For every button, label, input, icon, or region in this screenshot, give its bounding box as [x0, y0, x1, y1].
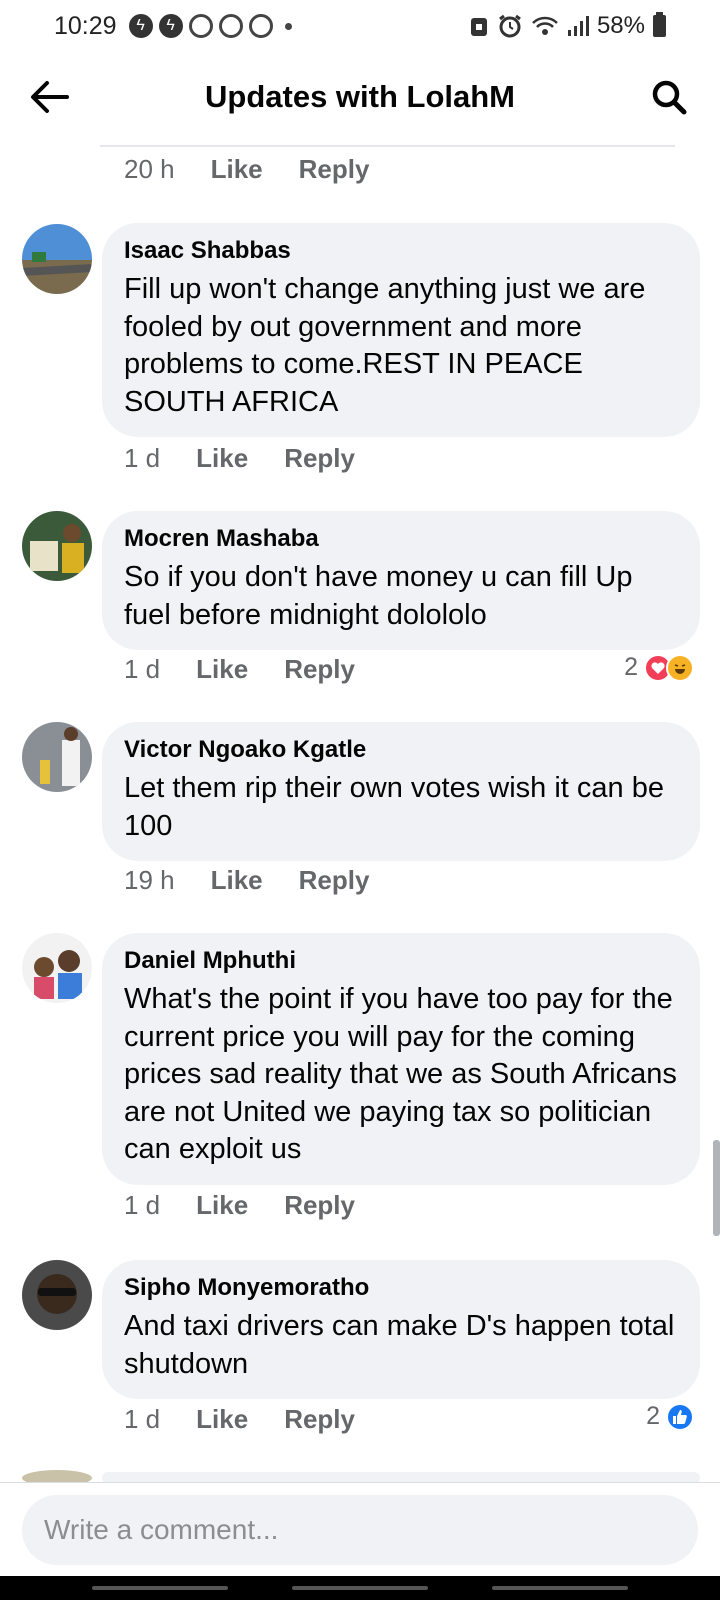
like-link[interactable]: Like	[211, 154, 263, 185]
avatar-image	[22, 933, 92, 1003]
commenter-name[interactable]: Mocren Mashaba	[124, 525, 678, 553]
like-icon	[666, 1402, 694, 1431]
comment-text: Let them rip their own votes wish it can…	[124, 772, 664, 842]
comment-composer	[0, 1482, 720, 1576]
battery-icon	[653, 12, 666, 37]
commenter-name[interactable]: Sipho Monyemoratho	[124, 1274, 678, 1302]
reaction-summary[interactable]: 2	[646, 1402, 694, 1431]
nav-home[interactable]	[292, 1586, 428, 1590]
comment-meta: 19 h Like Reply	[124, 865, 369, 896]
nav-back[interactable]	[492, 1586, 628, 1590]
search-button[interactable]	[646, 74, 692, 120]
comment-text: Fill up won't change anything just we ar…	[124, 273, 646, 418]
like-link[interactable]: Like	[196, 443, 248, 474]
status-time: 10:29	[54, 11, 117, 40]
reaction-summary[interactable]: 2	[624, 653, 694, 682]
like-link[interactable]: Like	[196, 1404, 248, 1435]
comment-time[interactable]: 1 d	[124, 443, 160, 474]
comment-text: So if you don't have money u can fill Up…	[124, 561, 633, 631]
commenter-name[interactable]: Daniel Mphuthi	[124, 947, 678, 975]
page-title: Updates with LolahM	[205, 79, 515, 114]
avatar[interactable]	[22, 933, 92, 1003]
battery-percent: 58%	[596, 12, 645, 39]
reaction-count: 2	[646, 1402, 660, 1430]
recycle-icon	[188, 14, 213, 38]
like-link[interactable]: Like	[211, 865, 263, 896]
reply-link[interactable]: Reply	[284, 1404, 355, 1435]
comment-bubble[interactable]: Mocren Mashaba So if you don't have mone…	[102, 511, 700, 650]
commenter-name[interactable]: Victor Ngoako Kgatle	[124, 736, 678, 764]
system-nav-bar	[0, 1576, 720, 1600]
sim-icon	[470, 18, 487, 36]
avatar-image	[22, 511, 92, 581]
commenter-name[interactable]: Isaac Shabbas	[124, 237, 678, 265]
comment-bubble[interactable]: Sipho Monyemoratho And taxi drivers can …	[102, 1260, 700, 1399]
reply-link[interactable]: Reply	[284, 443, 355, 474]
arrow-left-icon	[31, 81, 69, 113]
comment-time[interactable]: 1 d	[124, 1404, 160, 1435]
avatar[interactable]	[22, 1260, 92, 1330]
comment-time[interactable]: 19 h	[124, 865, 175, 896]
nav-recents[interactable]	[92, 1586, 228, 1590]
recycle-icon	[218, 14, 243, 38]
comment-meta: 1 d Like Reply	[124, 654, 355, 685]
comment-time[interactable]: 1 d	[124, 654, 160, 685]
dot-icon	[284, 22, 292, 30]
like-link[interactable]: Like	[196, 654, 248, 685]
reaction-count: 2	[624, 653, 638, 681]
comment-meta: 1 d Like Reply	[124, 1190, 355, 1221]
status-right: 58%	[469, 12, 666, 40]
comment-input[interactable]	[22, 1495, 698, 1565]
comment-text: What's the point if you have too pay for…	[124, 983, 677, 1165]
header-divider	[100, 145, 675, 147]
bolt-icon: ϟ	[128, 14, 153, 38]
search-icon	[652, 80, 687, 115]
avatar[interactable]	[22, 224, 92, 294]
signal-icon	[567, 16, 589, 36]
avatar[interactable]	[22, 722, 92, 792]
bolt-icon: ϟ	[158, 14, 183, 38]
avatar-image	[22, 224, 92, 294]
recycle-icon	[248, 14, 273, 38]
status-left: 10:29 ϟ ϟ	[54, 12, 292, 41]
scrollbar-thumb[interactable]	[713, 1140, 720, 1236]
avatar-image	[22, 722, 92, 792]
avatar[interactable]	[22, 511, 92, 581]
avatar-image	[22, 1260, 92, 1330]
reply-link[interactable]: Reply	[284, 1190, 355, 1221]
comment-text: And taxi drivers can make D's happen tot…	[124, 1310, 675, 1380]
comment-meta: 1 d Like Reply	[124, 1404, 355, 1435]
comment-meta: 1 d Like Reply	[124, 443, 355, 474]
reply-link[interactable]: Reply	[284, 654, 355, 685]
comment-meta-previous: 20 h Like Reply	[124, 154, 369, 185]
like-link[interactable]: Like	[196, 1190, 248, 1221]
reply-link[interactable]: Reply	[299, 154, 370, 185]
back-button[interactable]	[26, 74, 72, 120]
comment-bubble[interactable]: Isaac Shabbas Fill up won't change anyth…	[102, 223, 700, 437]
app-header: Updates with LolahM	[0, 52, 720, 142]
comment-time[interactable]: 1 d	[124, 1190, 160, 1221]
wifi-icon	[532, 16, 558, 35]
alarm-icon	[499, 14, 521, 38]
haha-icon	[666, 653, 694, 682]
comment-bubble[interactable]: Daniel Mphuthi What's the point if you h…	[102, 933, 700, 1185]
status-bar: 10:29 ϟ ϟ 58%	[0, 0, 720, 52]
comment-time[interactable]: 20 h	[124, 154, 175, 185]
comment-bubble[interactable]: Victor Ngoako Kgatle Let them rip their …	[102, 722, 700, 861]
reply-link[interactable]: Reply	[299, 865, 370, 896]
